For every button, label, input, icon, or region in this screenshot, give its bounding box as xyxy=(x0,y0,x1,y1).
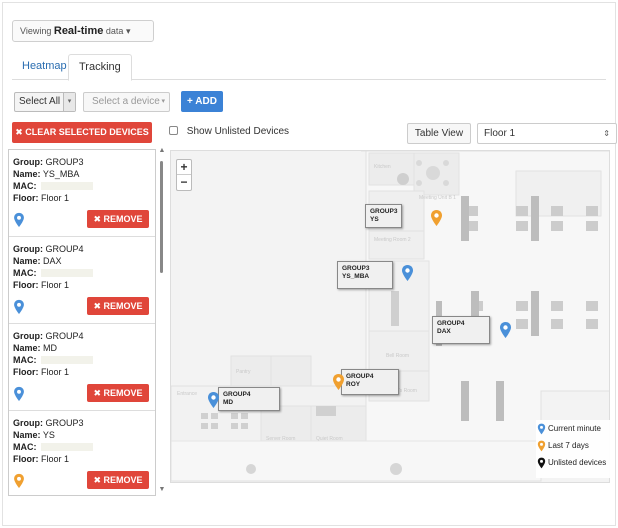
remove-device-button[interactable]: ✖ REMOVE xyxy=(87,384,149,402)
tag-name: DAX xyxy=(437,328,451,335)
map-device-tag[interactable]: GROUP4 ROY xyxy=(341,369,399,395)
zoom-control: + − xyxy=(176,159,192,191)
select-all-label: Select All xyxy=(19,96,61,107)
redacted-mac xyxy=(40,182,93,190)
tag-name: YS xyxy=(370,216,379,223)
viewing-prefix: Viewing xyxy=(20,26,52,36)
device-group: Group: GROUP3 xyxy=(13,157,84,167)
tab-heatmap[interactable]: Heatmap xyxy=(12,54,77,80)
scroll-down-icon[interactable]: ▼ xyxy=(158,486,166,493)
legend-item: Last 7 days xyxy=(536,438,614,454)
viewing-mode: Real-time xyxy=(53,25,104,37)
tab-bar: Heatmap Tracking xyxy=(12,54,606,81)
map-pin-icon[interactable] xyxy=(332,373,345,391)
device-mac: MAC: xyxy=(13,267,155,279)
device-card: Group: GROUP3 Name: YS MAC: Floor: Floor… xyxy=(9,411,155,495)
room-label: Kitchen xyxy=(374,164,391,170)
device-name: Name: YS xyxy=(13,430,55,440)
device-floor: Floor: Floor 1 xyxy=(13,193,70,203)
tag-group: GROUP3 xyxy=(342,265,370,272)
show-unlisted-checkbox[interactable] xyxy=(169,126,178,135)
show-unlisted-label: Show Unlisted Devices xyxy=(186,126,290,137)
device-select[interactable]: Select a device ▾ xyxy=(83,92,170,112)
device-floor: Floor: Floor 1 xyxy=(13,454,70,464)
room-label: Meeting Room 2 xyxy=(374,237,411,243)
device-floor: Floor: Floor 1 xyxy=(13,367,70,377)
room-label: Server Room xyxy=(266,436,296,442)
show-unlisted-toggle[interactable]: Show Unlisted Devices xyxy=(169,126,289,137)
device-name: Name: DAX xyxy=(13,256,62,266)
chevron-down-icon: ▾ xyxy=(125,26,131,36)
device-card: Group: GROUP4 Name: MD MAC: Floor: Floor… xyxy=(9,324,155,411)
redacted-mac xyxy=(40,356,93,364)
room-label: Quiet Room xyxy=(316,436,343,442)
location-pin-icon xyxy=(13,299,25,315)
map-legend: Current minute Last 7 days Unlisted device… xyxy=(536,420,614,478)
device-select-placeholder: Select a device xyxy=(92,96,160,107)
floor-select-value: Floor 1 xyxy=(484,128,516,139)
device-card: Group: GROUP4 Name: DAX MAC: Floor: Floo… xyxy=(9,237,155,324)
tag-group: GROUP4 xyxy=(437,320,465,327)
legend-label: Last 7 days xyxy=(548,441,589,450)
legend-label: Unlisted devices xyxy=(548,458,607,467)
viewing-mode-dropdown[interactable]: Viewing Real-time data ▾ xyxy=(12,20,154,42)
select-arrows-icon: ⇕ xyxy=(603,129,610,138)
table-view-button[interactable]: Table View xyxy=(407,123,471,144)
remove-device-button[interactable]: ✖ REMOVE xyxy=(87,297,149,315)
device-group: Group: GROUP4 xyxy=(13,244,84,254)
device-mac: MAC: xyxy=(13,441,155,453)
add-device-button[interactable]: + ADD xyxy=(181,91,223,112)
viewing-suffix: data xyxy=(105,26,124,36)
device-name: Name: YS_MBA xyxy=(13,169,80,179)
tag-group: GROUP4 xyxy=(223,391,251,398)
device-group: Group: GROUP4 xyxy=(13,331,84,341)
chevron-down-icon: ▾ xyxy=(161,98,165,105)
device-list: Group: GROUP3 Name: YS_MBA MAC: Floor: F… xyxy=(8,149,156,496)
legend-item: Unlisted devices xyxy=(536,455,614,471)
tag-name: YS_MBA xyxy=(342,273,370,280)
tag-name: ROY xyxy=(346,381,361,388)
legend-label: Current minute xyxy=(548,424,601,433)
redacted-mac xyxy=(40,443,93,451)
map-pin-icon[interactable] xyxy=(430,209,443,227)
tab-tracking[interactable]: Tracking xyxy=(68,54,132,81)
location-pin-icon xyxy=(13,212,25,228)
room-label: Bell Room xyxy=(386,353,410,359)
device-name: Name: MD xyxy=(13,343,58,353)
device-mac: MAC: xyxy=(13,354,155,366)
redacted-mac xyxy=(40,269,93,277)
clear-selected-devices-button[interactable]: ✖ CLEAR SELECTED DEVICES xyxy=(12,122,152,143)
room-label: Pantry xyxy=(236,369,251,375)
map-pin-icon[interactable] xyxy=(207,391,220,409)
room-label: Entrance xyxy=(177,391,198,397)
tag-name: MD xyxy=(223,399,234,406)
floor-select[interactable]: Floor 1 ⇕ xyxy=(477,123,617,144)
device-group: Group: GROUP3 xyxy=(13,418,84,428)
tag-group: GROUP3 xyxy=(370,208,398,215)
chevron-down-icon: ▾ xyxy=(63,93,75,111)
select-all-dropdown[interactable]: Select All ▾ xyxy=(14,92,76,112)
map-pin-icon[interactable] xyxy=(499,321,512,339)
map-device-tag[interactable]: GROUP3 YS_MBA xyxy=(337,261,393,289)
remove-device-button[interactable]: ✖ REMOVE xyxy=(87,210,149,228)
room-label: Meeting Unit B 1 xyxy=(419,195,456,201)
map-device-tag[interactable]: GROUP4 DAX xyxy=(432,316,490,344)
tag-group: GROUP4 xyxy=(346,373,374,380)
map-device-tag[interactable]: GROUP3 YS xyxy=(365,204,403,228)
map-device-tag[interactable]: GROUP4 MD xyxy=(218,387,280,411)
zoom-in-button[interactable]: + xyxy=(177,160,191,175)
location-pin-icon xyxy=(13,386,25,402)
location-pin-icon xyxy=(13,473,25,489)
zoom-out-button[interactable]: − xyxy=(177,175,191,190)
scroll-up-icon[interactable]: ▲ xyxy=(158,147,166,154)
device-mac: MAC: xyxy=(13,180,155,192)
scroll-thumb[interactable] xyxy=(160,161,163,273)
device-floor: Floor: Floor 1 xyxy=(13,280,70,290)
legend-item: Current minute xyxy=(536,421,614,437)
device-list-scrollbar[interactable]: ▲ ▼ xyxy=(158,147,166,496)
remove-device-button[interactable]: ✖ REMOVE xyxy=(87,471,149,489)
map-pin-icon[interactable] xyxy=(401,264,414,282)
device-card: Group: GROUP3 Name: YS_MBA MAC: Floor: F… xyxy=(9,150,155,237)
